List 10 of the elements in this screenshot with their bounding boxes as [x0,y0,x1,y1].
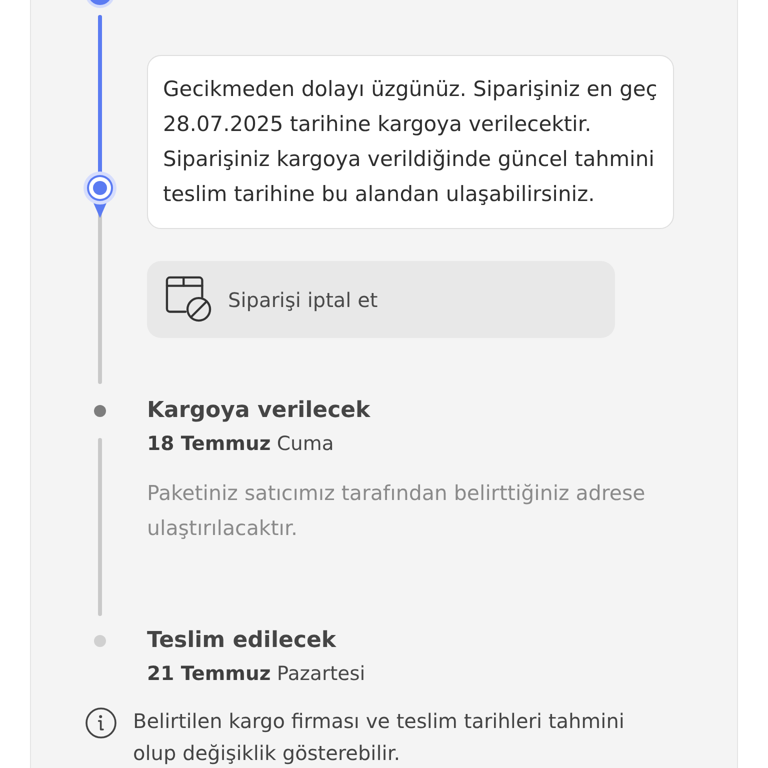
delay-message: Gecikmeden dolayı üzgünüz. Siparişiniz en geç 28.07.2025 tarihine kargoya verilecektir. Siparişiniz kargoya verildiğinde güncel tahmini teslim tarihine bu alandan ulaşabilirsiniz. [147,55,674,229]
box-cancel-icon [165,276,212,323]
info-icon [85,707,117,739]
cancel-order-button[interactable]: Siparişi iptal et [147,261,615,338]
step-date: 21 Temmuz Pazartesi [147,661,366,687]
step-description: Paketiniz satıcımız tarafından belirttiğiniz adrese ulaştırılacaktır. [147,480,646,542]
info-note: Belirtilen kargo firması ve teslim tarihleri tahmini olup değişiklik gösterebilir. [133,708,626,767]
step-date: 18 Temmuz Cuma [147,431,335,457]
step-title: Kargoya verilecek [147,397,372,425]
step-title: Teslim edilecek [147,627,338,655]
